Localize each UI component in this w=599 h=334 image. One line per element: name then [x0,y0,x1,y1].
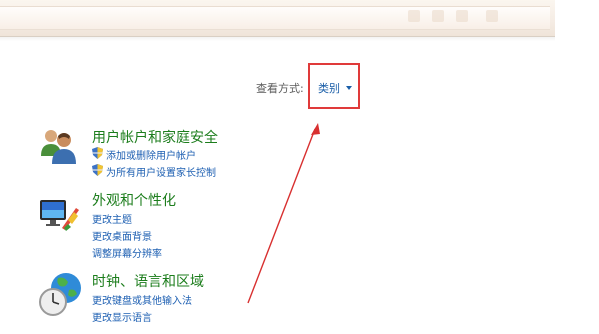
users-icon[interactable] [38,126,78,170]
category-title[interactable]: 外观和个性化 [92,190,176,210]
shield-icon [92,164,103,176]
clock-globe-icon[interactable] [36,268,86,322]
category-title[interactable]: 用户帐户和家庭安全 [92,127,218,147]
link-adjust-resolution[interactable]: 调整屏幕分辨率 [92,245,162,260]
link-change-desktop-background[interactable]: 更改桌面背景 [92,228,152,243]
link-change-display-language[interactable]: 更改显示语言 [92,309,152,324]
link-change-input-method[interactable]: 更改键盘或其他输入法 [92,292,192,307]
appearance-icon[interactable] [38,194,80,238]
annotation-arrow [247,123,320,304]
link-parental-controls[interactable]: 为所有用户设置家长控制 [106,164,216,179]
link-change-theme[interactable]: 更改主题 [92,211,132,226]
link-add-remove-user[interactable]: 添加或删除用户帐户 [106,147,196,162]
category-title[interactable]: 时钟、语言和区域 [92,271,204,291]
shield-icon [92,147,103,159]
